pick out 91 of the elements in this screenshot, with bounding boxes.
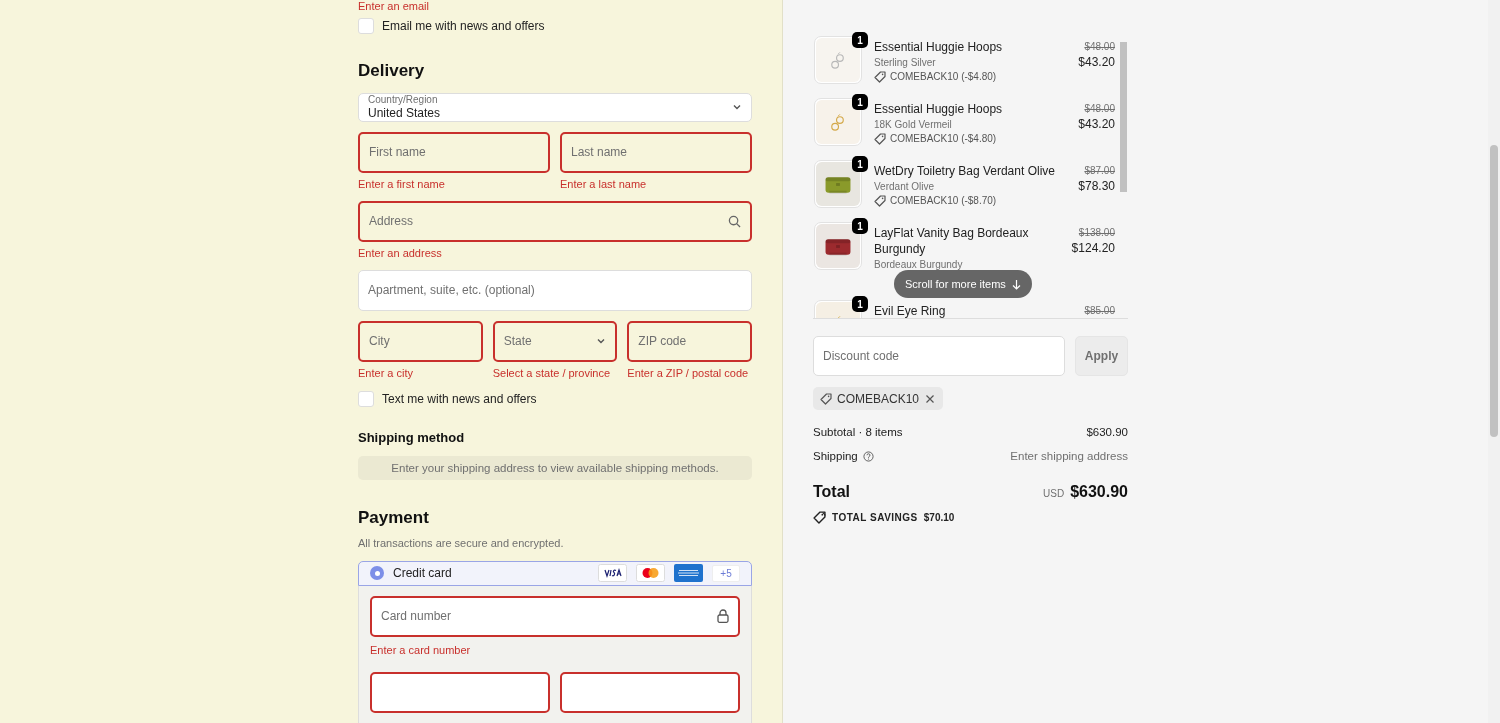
discount-code-text: COMEBACK10 — [837, 390, 920, 408]
close-icon — [924, 392, 937, 405]
visa-card-icon — [598, 564, 627, 583]
error-message: Enter an email — [358, 0, 429, 13]
original-price: $48.00 — [1084, 40, 1115, 54]
input-field[interactable]: Address — [358, 200, 752, 242]
discount-code-field[interactable]: Discount code — [813, 336, 1065, 376]
summary-label: Subtotal · 8 items — [813, 425, 903, 440]
input-field[interactable]: Last name — [560, 131, 752, 173]
error-message: Enter a ZIP / postal code — [627, 365, 750, 380]
product-name: Essential Huggie Hoops — [874, 39, 1004, 55]
error-message: Select a state / province — [492, 365, 612, 380]
payment-label: Credit card — [393, 565, 453, 583]
price: $43.20 — [1078, 54, 1115, 70]
input-field[interactable]: Card number — [370, 595, 740, 637]
lock-icon — [717, 609, 729, 623]
error-message: Enter a city — [358, 365, 415, 380]
tag-icon — [820, 392, 832, 405]
scroll-hint-button[interactable]: Scroll for more items — [894, 270, 1032, 298]
scrollbar-thumb[interactable] — [1490, 145, 1498, 437]
original-price: $48.00 — [1084, 102, 1115, 116]
price: $78.30 — [1078, 178, 1115, 194]
section-heading: Shipping method — [358, 428, 466, 447]
input-field[interactable]: ZIP code — [627, 320, 752, 362]
checkbox-label: Email me with news and offers — [382, 18, 545, 35]
original-price: $138.00 — [1078, 226, 1115, 240]
scrollbar-thumb[interactable] — [1120, 42, 1127, 192]
arrow-down-icon — [1011, 278, 1021, 290]
country-select[interactable]: Country/Region United States — [358, 92, 752, 122]
checkbox[interactable] — [358, 18, 374, 34]
discount-text: COMEBACK10 (-$8.70) — [890, 194, 997, 208]
chevron-down-icon — [596, 336, 607, 346]
select-field[interactable]: State — [492, 320, 618, 362]
radio-button[interactable] — [370, 566, 384, 581]
input-field[interactable]: First name — [358, 131, 550, 173]
error-message: Enter a first name — [358, 176, 446, 191]
input-field[interactable]: City — [358, 320, 483, 362]
tag-icon — [813, 510, 826, 524]
discount-text: COMEBACK10 (-$4.80) — [890, 70, 997, 84]
more-cards-badge: +5 — [712, 564, 740, 582]
chevron-down-icon — [732, 102, 742, 112]
product-name: Evil Eye Ring — [874, 303, 947, 318]
product-name: LayFlat Vanity Bag Bordeaux Burgundy — [874, 225, 1030, 257]
input-field[interactable] — [560, 672, 740, 713]
section-heading: Payment — [358, 507, 430, 530]
error-message: Enter a last name — [560, 176, 648, 191]
help-icon — [862, 451, 874, 463]
total-label: Total — [813, 481, 851, 502]
original-price: $85.00 — [1084, 304, 1115, 318]
original-price: $87.00 — [1084, 164, 1115, 178]
section-subtitle: All transactions are secure and encrypted. — [358, 535, 565, 551]
product-variant: 18K Gold Vermeil — [874, 118, 953, 132]
checkbox[interactable] — [358, 390, 374, 407]
quantity-badge: 1 — [852, 156, 868, 172]
savings-amount: $70.10 — [923, 510, 955, 525]
input-field[interactable] — [370, 672, 550, 713]
search-icon — [728, 214, 741, 228]
quantity-badge: 1 — [852, 218, 868, 234]
product-variant: Bordeaux Burgundy — [874, 258, 964, 272]
summary-label: Shipping — [813, 449, 858, 465]
section-heading: Delivery — [358, 60, 426, 82]
price: $124.20 — [1071, 240, 1115, 256]
page-scrollbar[interactable] — [1488, 0, 1500, 723]
tag-icon — [874, 133, 886, 145]
summary-value: $630.90 — [1086, 425, 1128, 440]
tag-icon — [874, 71, 886, 83]
input-field[interactable]: Apartment, suite, etc. (optional) — [358, 269, 752, 311]
error-message: Enter an address — [358, 245, 443, 260]
product-name: WetDry Toiletry Bag Verdant Olive — [874, 163, 1056, 179]
quantity-badge: 1 — [852, 94, 868, 110]
summary-value: Enter shipping address — [1010, 449, 1128, 465]
apply-button[interactable]: Apply — [1075, 336, 1128, 376]
checkbox-label: Text me with news and offers — [382, 390, 537, 408]
field-label: Country/Region — [368, 93, 439, 106]
payment-option[interactable]: Credit card +5 — [358, 561, 752, 586]
error-message: Enter a card number — [370, 642, 472, 658]
tag-icon — [874, 195, 886, 207]
savings-label: TOTAL SAVINGS — [832, 510, 918, 525]
currency-label: USD — [1043, 486, 1065, 501]
product-variant: Sterling Silver — [874, 56, 937, 70]
discount-text: COMEBACK10 (-$4.80) — [890, 132, 997, 146]
product-name: Essential Huggie Hoops — [874, 101, 1004, 117]
product-variant: Verdant Olive — [874, 180, 936, 194]
mastercard-icon — [636, 564, 665, 583]
amex-card-icon — [674, 564, 703, 583]
total-amount: $630.90 — [1070, 481, 1128, 502]
quantity-badge: 1 — [852, 296, 868, 312]
price: $43.20 — [1078, 116, 1115, 132]
field-value: United States — [368, 105, 441, 121]
quantity-badge: 1 — [852, 32, 868, 48]
shipping-notice: Enter your shipping address to view available shipping methods. — [358, 456, 752, 481]
